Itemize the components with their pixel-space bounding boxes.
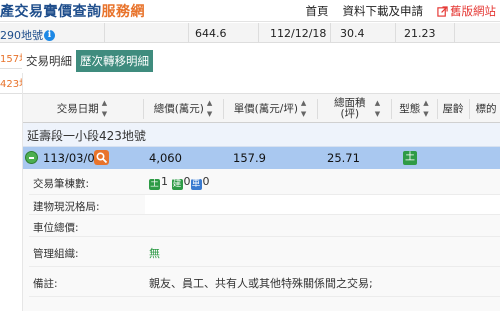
column-date[interactable]: 交易日期 ▲ ▼ bbox=[27, 94, 137, 124]
column-tag-label: 標的 bbox=[475, 102, 497, 115]
land-type-badge: 土 bbox=[403, 151, 417, 165]
divider bbox=[0, 68, 22, 69]
detail-row-count: 交易筆棟數: 土1 建 0車 0 bbox=[29, 169, 500, 195]
land-icon: 土 bbox=[149, 179, 160, 190]
column-unit-price[interactable]: 單價(萬元/坪) ▲ ▼ bbox=[225, 94, 315, 124]
detail-note-value: 親友、員工、共有人或其他特殊關係間之交易; bbox=[149, 277, 373, 290]
background-list-item[interactable]: 157地 bbox=[0, 50, 22, 65]
divider bbox=[330, 23, 331, 43]
column-tag[interactable]: 標的 bbox=[471, 94, 500, 124]
record-total-price: 644.6 bbox=[195, 27, 227, 40]
table-header: 交易日期 ▲ ▼ 總價(萬元) ▲ ▼ 單價(萬元/坪) ▲ ▼ 總面積(坪) ▲ ▼ 型態 ▲ ▼… bbox=[23, 93, 500, 123]
column-age[interactable]: 屋齡 bbox=[439, 94, 467, 124]
sort-icon: ▲ ▼ bbox=[206, 99, 213, 118]
detail-parking-label: 車位總價: bbox=[33, 222, 79, 234]
detail-row-parking: 車位總價: bbox=[29, 215, 500, 237]
row-detail-panel: 交易筆棟數: 土1 建 0車 0 建物現況格局: 車位總價: 管理組織: 無 備註:… bbox=[23, 169, 500, 311]
tab-transaction-detail[interactable]: 交易明細 bbox=[22, 50, 76, 72]
tab-transfer-history[interactable]: 歷次轉移明細 bbox=[76, 50, 153, 72]
divider bbox=[437, 99, 438, 119]
collapse-icon[interactable] bbox=[25, 151, 38, 164]
address-group-header: 延壽段一小段423地號 bbox=[23, 123, 500, 147]
parking-count: 0 bbox=[202, 175, 210, 188]
divider bbox=[469, 99, 470, 119]
detail-row-note: 備註: 親友、員工、共有人或其他特殊關係間之交易; bbox=[29, 267, 500, 297]
land-count: 1 bbox=[161, 175, 168, 188]
address-group-title: 延壽段一小段423地號 bbox=[27, 129, 146, 143]
background-list-item[interactable]: 423地 bbox=[0, 75, 22, 90]
divider bbox=[454, 23, 455, 43]
detail-row-management: 管理組織: 無 bbox=[29, 237, 500, 267]
nav-download-link[interactable]: 資料下載及申請 bbox=[343, 3, 424, 19]
divider bbox=[0, 93, 22, 94]
top-nav: 首頁 資料下載及申請 舊版網站 bbox=[306, 3, 497, 19]
detail-mgmt-label: 管理組織: bbox=[33, 248, 79, 260]
table-row[interactable]: 113/03/01 4,060 157.9 25.71 土 bbox=[23, 147, 500, 169]
detail-count-value: 土1 建 0車 0 bbox=[149, 175, 210, 190]
detail-tabs: 交易明細 歷次轉移明細 bbox=[22, 50, 153, 72]
nav-old-site-label: 舊版網站 bbox=[450, 4, 496, 18]
site-brand[interactable]: 產交易實價查詢服務網 bbox=[0, 1, 145, 21]
site-header: 產交易實價查詢服務網 首頁 資料下載及申請 舊版網站 bbox=[0, 0, 500, 22]
divider bbox=[391, 99, 392, 119]
background-list: 157地 423地 bbox=[0, 23, 22, 311]
row-area: 25.71 bbox=[327, 151, 360, 165]
detail-note-label: 備註: bbox=[33, 278, 58, 290]
column-type[interactable]: 型態 ▲ ▼ bbox=[393, 94, 435, 124]
external-link-icon bbox=[437, 5, 448, 17]
column-total-price[interactable]: 總價(萬元) ▲ ▼ bbox=[145, 94, 221, 124]
previous-record-row[interactable]: 290地號 i 644.6 112/12/18 30.4 21.23 bbox=[0, 23, 500, 43]
sort-icon: ▲ ▼ bbox=[374, 99, 381, 118]
record-date: 112/12/18 bbox=[270, 27, 327, 40]
info-icon[interactable]: i bbox=[44, 29, 55, 41]
divider bbox=[143, 99, 144, 119]
detail-mgmt-value: 無 bbox=[149, 247, 160, 260]
sort-icon: ▲ ▼ bbox=[101, 99, 108, 118]
divider bbox=[317, 99, 318, 119]
detail-count-label: 交易筆棟數: bbox=[33, 178, 90, 190]
brand-title: 產交易實價查詢 bbox=[0, 4, 102, 20]
nav-home-link[interactable]: 首頁 bbox=[306, 3, 329, 19]
column-date-label: 交易日期 bbox=[56, 102, 99, 115]
detail-row-layout: 建物現況格局: bbox=[29, 195, 500, 215]
column-total-label: 總價(萬元) bbox=[153, 102, 204, 115]
building-icon: 建 bbox=[171, 179, 183, 190]
brand-accent: 服務網 bbox=[101, 4, 145, 20]
divider bbox=[258, 23, 259, 43]
detail-layout-value bbox=[145, 195, 500, 214]
record-unit: 21.23 bbox=[404, 27, 436, 40]
record-area: 30.4 bbox=[340, 27, 365, 40]
building-count: 0 bbox=[183, 175, 191, 188]
divider bbox=[223, 99, 224, 119]
parking-icon: 車 bbox=[190, 179, 202, 190]
nav-old-site-link[interactable]: 舊版網站 bbox=[437, 3, 496, 19]
sort-icon: ▲ ▼ bbox=[300, 99, 307, 118]
transfer-history-panel: 交易日期 ▲ ▼ 總價(萬元) ▲ ▼ 單價(萬元/坪) ▲ ▼ 總面積(坪) ▲ ▼ 型態 ▲ ▼… bbox=[22, 73, 500, 311]
row-unit-price: 157.9 bbox=[233, 151, 266, 165]
divider bbox=[188, 23, 189, 43]
column-area[interactable]: 總面積(坪) ▲ ▼ bbox=[319, 94, 389, 124]
column-area-label: 總面積(坪) bbox=[334, 97, 366, 120]
search-icon[interactable] bbox=[94, 150, 109, 165]
column-age-label: 屋齡 bbox=[442, 102, 464, 115]
column-type-label: 型態 bbox=[399, 102, 421, 115]
divider bbox=[395, 23, 396, 43]
column-unit-price-label: 單價(萬元/坪) bbox=[233, 102, 298, 115]
divider bbox=[104, 23, 105, 43]
detail-layout-label: 建物現況格局: bbox=[33, 201, 100, 213]
sort-icon: ▲ ▼ bbox=[423, 99, 429, 118]
row-total-price: 4,060 bbox=[149, 151, 182, 165]
